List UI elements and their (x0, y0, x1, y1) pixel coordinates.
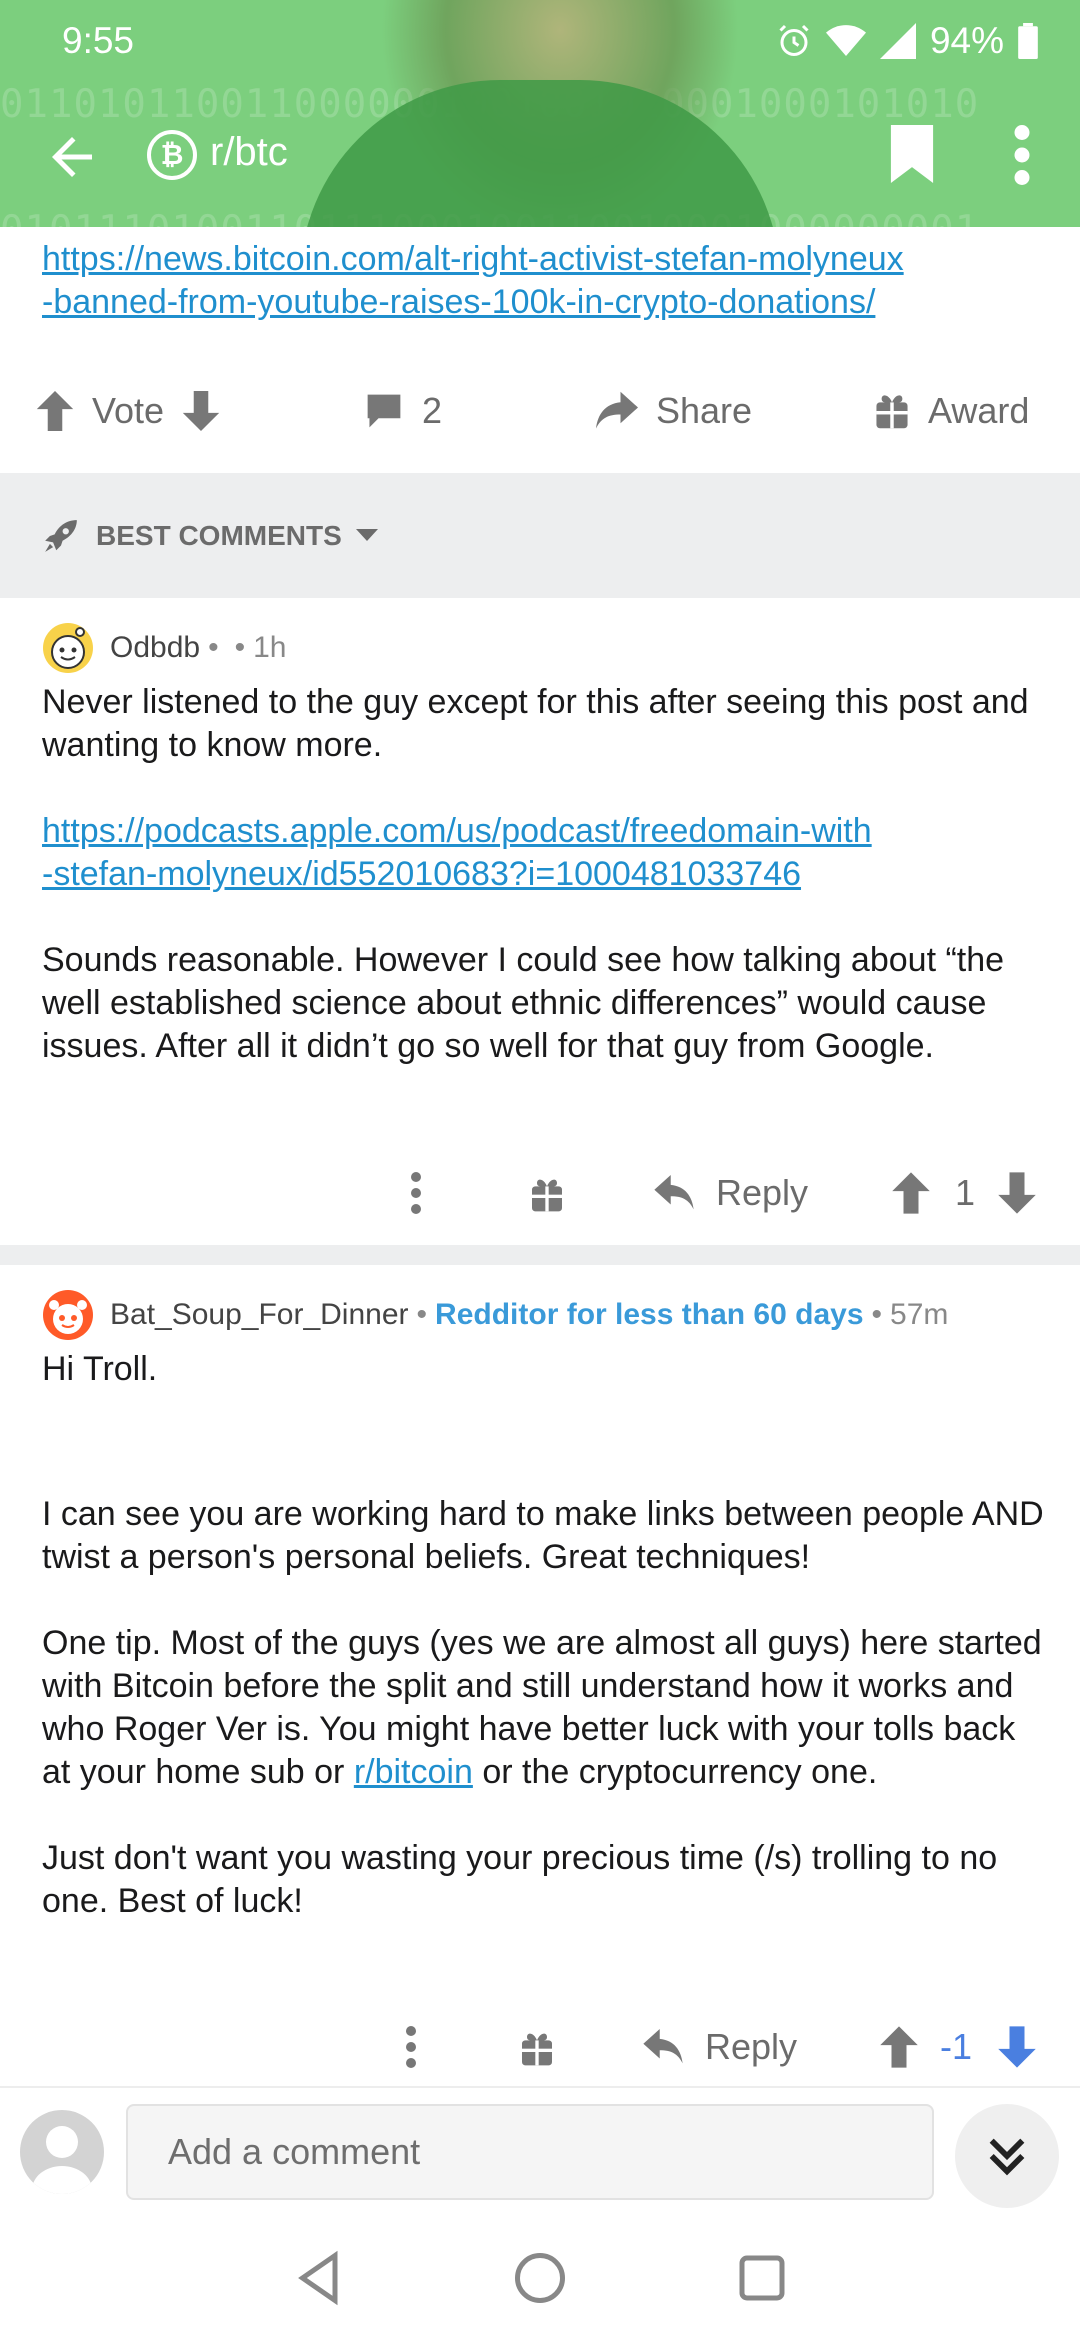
gift-icon[interactable] (530, 1163, 564, 1223)
comment-divider (0, 1245, 1080, 1265)
reply-button[interactable]: Reply (643, 2017, 797, 2077)
user-flair: Redditor for less than 60 days (435, 1298, 864, 1331)
comment-score: -1 (940, 2026, 973, 2067)
subreddit-header: 0110101100110000001001001010001000101010… (0, 0, 1080, 227)
comment-paragraph: I can see you are working hard to make l… (42, 1495, 1044, 1576)
comment-link-line-2[interactable]: -stefan-molyneux/id552010683?i=100048103… (42, 855, 801, 893)
collapse-button[interactable] (955, 2104, 1059, 2208)
nav-back-icon[interactable] (290, 2248, 350, 2308)
comment-action-bar: Reply -1 (0, 2017, 1080, 2077)
cell-signal-icon (879, 23, 916, 59)
status-time: 9:55 (62, 20, 135, 61)
separator-dot: • (416, 1298, 428, 1331)
reply-label: Reply (705, 2026, 798, 2067)
reply-label: Reply (716, 1172, 809, 1213)
user-avatar[interactable] (20, 2110, 104, 2194)
comment-paragraph: Hi Troll. (42, 1350, 158, 1388)
battery-percent: 94% (929, 20, 1004, 61)
wifi-icon (825, 25, 866, 56)
more-options-icon[interactable] (405, 2017, 417, 2077)
bookmark-icon[interactable] (890, 125, 934, 183)
comment-meta: Odbdb • • 1h (42, 623, 286, 673)
reply-icon (654, 1175, 694, 1210)
subreddit-link[interactable]: r/bitcoin (354, 1753, 473, 1791)
comment-time: 1h (253, 631, 287, 664)
post-link[interactable]: https://news.bitcoin.com/alt-right-activ… (42, 238, 1042, 324)
comment-item: Odbdb • • 1h Never listened to the guy e… (0, 598, 1080, 1238)
toolbar: ₿ r/btc (0, 115, 1080, 195)
award-button[interactable]: Award (874, 380, 1029, 442)
subreddit-name[interactable]: r/btc (210, 130, 288, 175)
battery-icon (1018, 23, 1038, 59)
comment-score: 1 (955, 1172, 976, 1213)
downvote-icon[interactable] (998, 2017, 1036, 2077)
alarm-icon (779, 24, 809, 56)
comment-time: 57m (890, 1298, 949, 1331)
more-options-icon[interactable] (410, 1163, 422, 1223)
separator-dot: • (208, 631, 219, 664)
comment-author[interactable]: Odbdb (110, 631, 200, 665)
comment-body: Hi Troll. I can see you are working hard… (42, 1348, 1052, 1923)
comment-item: Bat_Soup_For_Dinner • Redditor for less … (0, 1265, 1080, 2095)
comment-link[interactable]: https://podcasts.apple.com/us/podcast/fr… (42, 810, 1052, 896)
comment-paragraph: One tip. Most of the guys (yes we are al… (42, 1622, 1052, 1794)
reply-icon (643, 2029, 683, 2064)
comments-button[interactable]: 2 (364, 380, 442, 442)
system-nav-bar (0, 2214, 1080, 2340)
comment-body: Never listened to the guy except for thi… (42, 681, 1052, 1068)
add-comment-input[interactable]: Add a comment (126, 2104, 934, 2200)
back-arrow-icon[interactable] (42, 127, 102, 187)
post-action-bar: Vote 2 Share Award (0, 380, 1080, 442)
sort-label: BEST COMMENTS (96, 519, 342, 551)
caret-down-icon (355, 528, 378, 541)
rocket-icon (45, 519, 77, 552)
comment-paragraph: Just don't want you wasting your preciou… (42, 1839, 998, 1920)
post-link-line-2[interactable]: -banned-from-youtube-raises-100k-in-cryp… (42, 281, 1042, 324)
avatar[interactable] (42, 622, 94, 674)
status-bar: 9:55 94% (0, 0, 1080, 82)
upvote-icon[interactable] (892, 1163, 930, 1223)
user-silhouette-icon (32, 2126, 92, 2194)
comment-sort-bar[interactable]: BEST COMMENTS (0, 473, 1080, 598)
award-label: Award (928, 390, 1030, 431)
share-label: Share (656, 390, 753, 431)
comment-composer: Add a comment (0, 2086, 1080, 2214)
upvote-icon[interactable] (880, 2017, 918, 2077)
gift-icon (876, 395, 908, 429)
comment-icon (367, 394, 401, 428)
downvote-icon[interactable] (182, 391, 220, 431)
comment-meta: Bat_Soup_For_Dinner • Redditor for less … (42, 1290, 948, 1340)
share-button[interactable]: Share (596, 380, 752, 442)
downvote-icon[interactable] (998, 1163, 1036, 1223)
status-icons: 94% (776, 20, 1038, 62)
share-icon (596, 391, 638, 429)
post-vote-group: Vote (36, 380, 220, 442)
separator-dot: • (871, 1298, 883, 1331)
separator-dot: • (234, 631, 246, 664)
more-options-icon[interactable] (1010, 125, 1034, 185)
comment-action-bar: Reply 1 (0, 1163, 1080, 1223)
double-chevron-down-icon (989, 2138, 1025, 2176)
comment-link-line-1[interactable]: https://podcasts.apple.com/us/podcast/fr… (42, 812, 872, 850)
vote-label: Vote (92, 390, 165, 431)
nav-home-icon[interactable] (510, 2248, 570, 2308)
comment-paragraph: Sounds reasonable. However I could see h… (42, 941, 1005, 1065)
bitcoin-cash-icon: ₿ (147, 130, 197, 180)
comment-text: or the cryptocurrency one. (472, 1753, 878, 1791)
comment-count: 2 (422, 390, 443, 431)
gift-icon[interactable] (520, 2017, 554, 2077)
comment-paragraph: Never listened to the guy except for thi… (42, 683, 1029, 764)
avatar[interactable] (42, 1289, 94, 1341)
nav-recents-icon[interactable] (732, 2248, 792, 2308)
comment-author[interactable]: Bat_Soup_For_Dinner (110, 1298, 409, 1332)
upvote-icon[interactable] (36, 391, 74, 431)
reply-button[interactable]: Reply (654, 1163, 808, 1223)
post-link-line-1[interactable]: https://news.bitcoin.com/alt-right-activ… (42, 238, 1042, 281)
